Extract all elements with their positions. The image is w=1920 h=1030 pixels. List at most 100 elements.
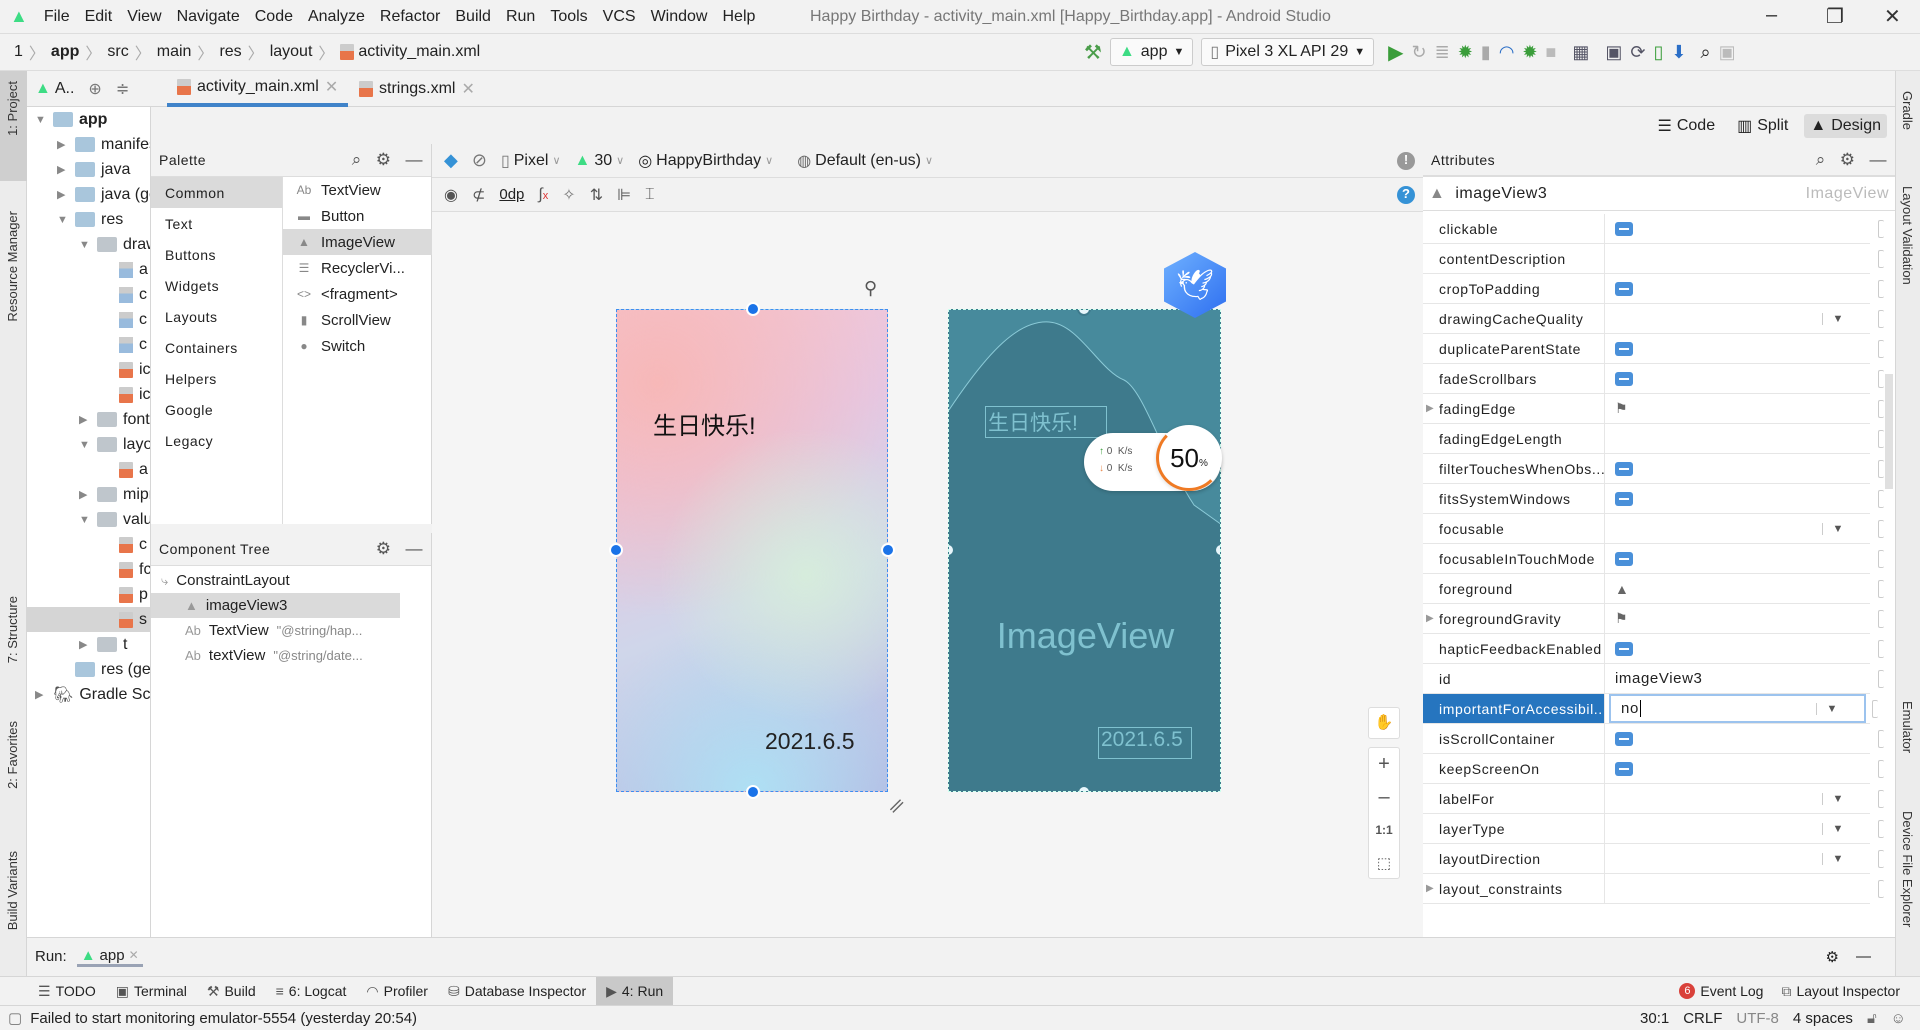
toggle-unset-icon[interactable] <box>1615 341 1633 356</box>
attribute-value[interactable]: ▲ <box>1605 574 1884 603</box>
menu-window[interactable]: Window <box>651 8 708 26</box>
blueprint-preview[interactable]: 生日快乐! ImageView 2021.6.5 <box>948 309 1221 792</box>
design-view-button[interactable]: ▲ Design <box>1804 113 1887 138</box>
menu-help[interactable]: Help <box>722 8 755 26</box>
minimize-icon[interactable]: — <box>406 150 424 170</box>
palette-category-helpers[interactable]: Helpers <box>151 363 282 394</box>
zoom-to-fit-button[interactable]: ⬚ <box>1369 847 1399 880</box>
project-tree-item[interactable]: res (ge <box>57 657 150 682</box>
resource-picker-bracket[interactable] <box>1878 459 1884 478</box>
component-tree-node[interactable]: Ab textView "@string/date... <box>151 643 431 668</box>
resource-picker-bracket[interactable] <box>1878 519 1884 538</box>
attribute-row[interactable]: isScrollContainer <box>1423 724 1884 754</box>
menu-analyze[interactable]: Analyze <box>308 8 365 26</box>
expand-down-icon[interactable]: ▼ <box>35 114 47 126</box>
close-tab-icon[interactable]: ✕ <box>129 948 139 962</box>
sdk-manager-icon[interactable]: ⬇ <box>1671 42 1686 63</box>
palette-item[interactable]: ● Switch <box>283 333 432 359</box>
project-tree-item[interactable]: c <box>101 332 147 357</box>
run-config-select[interactable]: ▲ app ▼ <box>1109 38 1194 66</box>
theme-dropdown[interactable]: ◎ HappyBirthday ∨ <box>638 151 773 171</box>
menu-code[interactable]: Code <box>255 8 293 26</box>
attribute-row[interactable]: ▶ foregroundGravity ⚑ <box>1423 604 1884 634</box>
device-dropdown[interactable]: ▯ Pixel ∨ <box>501 151 561 171</box>
gradle-tool-button[interactable]: Gradle <box>1900 91 1915 130</box>
attribute-row[interactable]: layoutDirection ▼ <box>1423 844 1884 874</box>
line-separator[interactable]: CRLF <box>1683 1010 1722 1027</box>
run-tab-app[interactable]: ▲ app ✕ <box>76 947 143 967</box>
menu-view[interactable]: View <box>127 8 161 26</box>
tool-window--logcat[interactable]: ≡ 6: Logcat <box>266 977 357 1006</box>
apply-code-changes-icon[interactable]: ≣ <box>1435 42 1450 63</box>
attribute-value[interactable]: ▼ <box>1605 304 1884 333</box>
expand-right-icon[interactable]: ▶ <box>1426 403 1434 414</box>
attribute-value[interactable] <box>1605 754 1884 783</box>
blueprint-date-box[interactable]: 2021.6.5 <box>1098 727 1192 759</box>
breadcrumb-item[interactable]: 1 <box>14 43 23 61</box>
project-tree-item[interactable]: ▶ mipr <box>79 482 150 507</box>
network-speed-widget[interactable]: ↑ 0 K/s ↓ 0 K/s 50% <box>1084 425 1222 491</box>
attribute-value-input[interactable]: no <box>1621 700 1641 717</box>
search-icon[interactable]: ⌕ <box>1816 150 1826 170</box>
palette-item[interactable]: ▮ ScrollView <box>283 307 432 333</box>
toggle-unset-icon[interactable] <box>1615 371 1633 386</box>
attribute-row[interactable]: layerType ▼ <box>1423 814 1884 844</box>
caret-position[interactable]: 30:1 <box>1640 1010 1669 1027</box>
design-canvas[interactable] <box>432 212 1423 937</box>
project-tree-item[interactable]: ic <box>101 357 150 382</box>
attribute-row[interactable]: drawingCacheQuality ▼ <box>1423 304 1884 334</box>
attribute-value[interactable] <box>1605 724 1884 753</box>
resource-picker-bracket[interactable] <box>1878 399 1884 418</box>
constraint-handle-right[interactable] <box>881 543 895 557</box>
debug-icon[interactable]: ✹ <box>1458 42 1473 63</box>
project-view-selector[interactable]: ▲ A.. ⊕ ≑ <box>35 71 129 107</box>
help-icon[interactable]: ? <box>1397 185 1415 204</box>
project-tree-item[interactable]: ▼ draw <box>79 232 150 257</box>
attribute-row[interactable]: hapticFeedbackEnabled <box>1423 634 1884 664</box>
project-tree-item[interactable]: ▼ layo <box>79 432 150 457</box>
attribute-value[interactable] <box>1605 544 1884 573</box>
attribute-value[interactable] <box>1605 454 1884 483</box>
tool-window--run[interactable]: ▶ 4: Run <box>596 976 674 1006</box>
api-level-dropdown[interactable]: ▲ 30 ∨ <box>575 152 625 170</box>
constraint-handle-bottom[interactable] <box>746 785 760 799</box>
palette-category-common[interactable]: Common <box>151 177 282 208</box>
palette-category-buttons[interactable]: Buttons <box>151 239 282 270</box>
resource-picker-bracket[interactable] <box>1878 729 1884 748</box>
pack-icon[interactable]: ⇅ <box>590 185 603 205</box>
menu-vcs[interactable]: VCS <box>603 8 636 26</box>
preview-date-text[interactable]: 2021.6.5 <box>765 728 855 755</box>
layout-inspector-button[interactable]: ⧉ Layout Inspector <box>1781 983 1900 1000</box>
status-message[interactable]: Failed to start monitoring emulator-5554… <box>30 1010 417 1027</box>
resource-picker-bracket[interactable] <box>1878 339 1884 358</box>
favorites-tool-button[interactable]: 2: Favorites <box>5 721 20 789</box>
device-manager-icon[interactable]: ▯ <box>1654 42 1664 63</box>
resource-picker-bracket[interactable] <box>1872 699 1878 718</box>
align-icon[interactable]: ⊫ <box>617 185 631 205</box>
resource-picker-bracket[interactable] <box>1878 369 1884 388</box>
attribute-row[interactable]: duplicateParentState <box>1423 334 1884 364</box>
resource-picker-bracket[interactable] <box>1878 849 1884 868</box>
dropdown-arrow-icon[interactable]: ▼ <box>1821 522 1845 535</box>
event-log-button[interactable]: 6 Event Log <box>1679 983 1763 999</box>
project-tree-item[interactable]: ▶ java (ge <box>57 182 150 207</box>
attribute-value[interactable] <box>1605 364 1884 393</box>
close-tab-icon[interactable]: ✕ <box>461 79 474 99</box>
palette-category-text[interactable]: Text <box>151 208 282 239</box>
menu-refactor[interactable]: Refactor <box>380 8 440 26</box>
project-tool-button[interactable]: 1: Project <box>5 81 20 136</box>
project-tree-item[interactable]: ▶ 🐘︎ Gradle Scr <box>35 682 150 707</box>
debug-attach-icon[interactable]: ✹ <box>1522 42 1537 63</box>
attribute-value[interactable]: ▼ <box>1605 784 1884 813</box>
resource-picker-bracket[interactable] <box>1878 789 1884 808</box>
constraint-handle-top[interactable] <box>746 302 760 316</box>
breadcrumb-item[interactable]: activity_main.xml <box>358 43 480 61</box>
expand-right-icon[interactable]: ▶ <box>79 638 91 651</box>
attribute-value[interactable] <box>1605 334 1884 363</box>
palette-category-containers[interactable]: Containers <box>151 332 282 363</box>
close-button[interactable]: ✕ <box>1884 4 1901 29</box>
project-tree-item[interactable]: fc <box>101 557 150 582</box>
attribute-row[interactable]: importantForAccessibil... no ▼ <box>1423 694 1878 724</box>
project-tree-item[interactable]: ic <box>101 382 150 407</box>
emulator-tool-button[interactable]: Emulator <box>1900 701 1915 753</box>
